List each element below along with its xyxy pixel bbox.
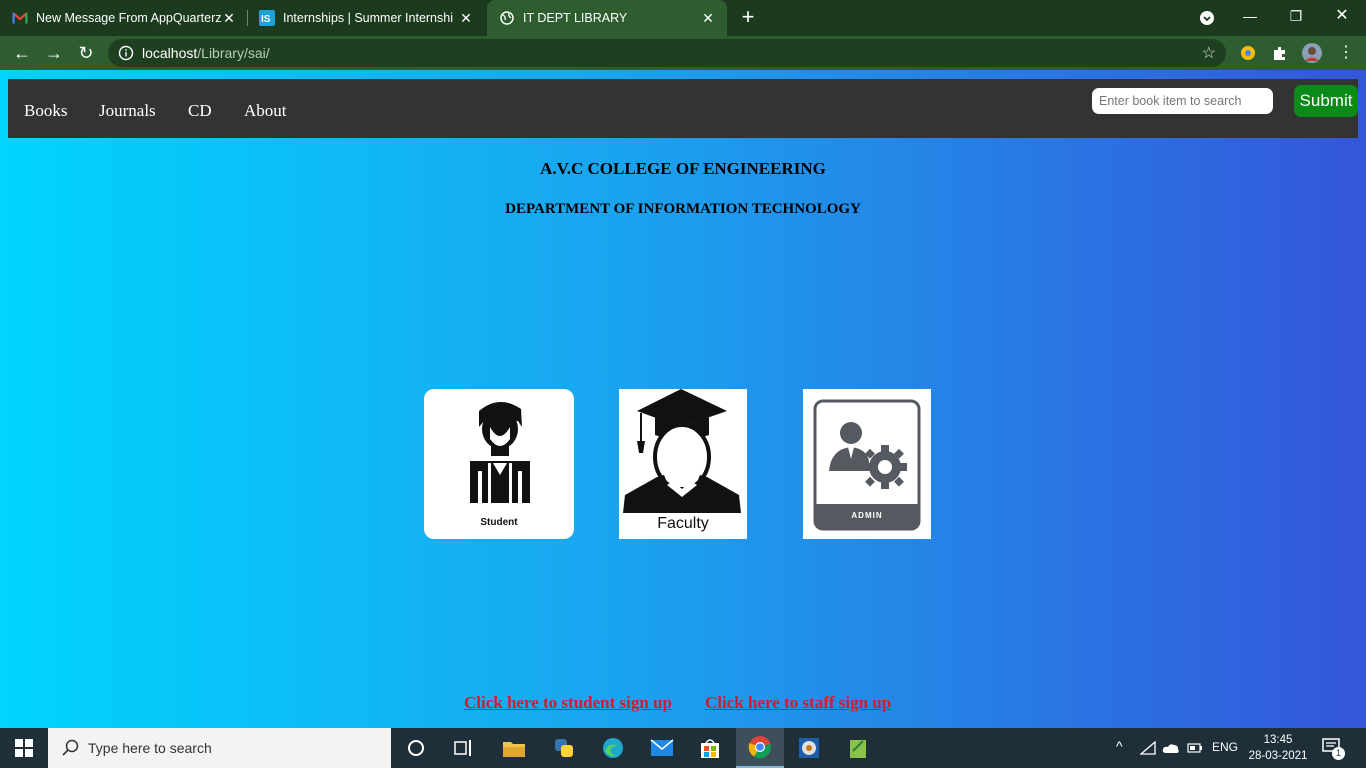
close-window-icon[interactable]: ✕	[1330, 4, 1354, 28]
nav-about[interactable]: About	[244, 101, 287, 121]
faculty-label: Faculty	[657, 515, 709, 532]
app-globe-icon[interactable]	[793, 732, 825, 764]
profile-avatar-icon[interactable]	[1302, 43, 1322, 63]
tab-search-icon[interactable]	[1195, 4, 1219, 28]
back-icon[interactable]: ←	[10, 41, 34, 65]
restore-icon[interactable]: ❐	[1284, 4, 1308, 28]
tab-divider	[247, 10, 248, 26]
top-navigation: Books Journals CD About Submit	[8, 79, 1358, 138]
svg-text:IS: IS	[261, 14, 271, 25]
notification-count-badge: 1	[1332, 747, 1345, 760]
browser-toolbar: ← → ↻ localhost/Library/sai/ ☆ ⋮	[0, 36, 1366, 70]
admin-login-card[interactable]: ADMIN	[803, 389, 931, 539]
submit-button[interactable]: Submit	[1294, 85, 1358, 117]
tab-title: New Message From AppQuarterz	[36, 11, 222, 25]
internshala-icon: IS	[259, 10, 275, 26]
tab-gmail[interactable]: New Message From AppQuarterz ✕	[12, 0, 248, 36]
notepad-app-icon[interactable]	[842, 732, 874, 764]
student-login-card[interactable]: Student	[424, 389, 574, 539]
edge-browser-icon[interactable]	[597, 732, 629, 764]
browser-tabstrip: New Message From AppQuarterz ✕ IS Intern…	[0, 0, 1366, 36]
clock-date: 28-03-2021	[1248, 750, 1308, 762]
notification-center-icon[interactable]: 1	[1320, 736, 1345, 760]
url-host: localhost	[142, 45, 198, 61]
minimize-icon[interactable]: —	[1238, 4, 1262, 28]
college-title: A.V.C COLLEGE OF ENGINEERING	[540, 159, 826, 178]
tab-internshala[interactable]: IS Internships | Summer Internship 2 ✕	[259, 0, 485, 36]
clock-time: 13:45	[1263, 734, 1293, 746]
browser-menu-icon[interactable]: ⋮	[1334, 41, 1358, 65]
chrome-extension-icon[interactable]	[1238, 43, 1258, 63]
windows-taskbar: Type here to search ^ ENG 13:45 28-03-20…	[0, 728, 1366, 768]
student-signup-link[interactable]: Click here to student sign up	[464, 693, 672, 713]
mail-icon[interactable]	[646, 732, 678, 764]
wifi-icon[interactable]	[1140, 741, 1156, 755]
nav-cd[interactable]: CD	[188, 101, 212, 121]
chevron-up-icon[interactable]: ^	[1116, 738, 1123, 754]
staff-signup-link[interactable]: Click here to staff sign up	[705, 693, 891, 713]
tab-title: Internships | Summer Internship 2	[283, 11, 453, 25]
forward-icon[interactable]: →	[42, 41, 66, 65]
cortana-icon[interactable]	[400, 732, 432, 764]
task-view-icon[interactable]	[448, 732, 480, 764]
close-tab-icon[interactable]: ✕	[699, 9, 717, 27]
reload-icon[interactable]: ↻	[74, 41, 98, 65]
tab-title: IT DEPT LIBRARY	[523, 11, 628, 25]
onedrive-cloud-icon[interactable]	[1162, 742, 1180, 754]
address-bar[interactable]: localhost/Library/sai/ ☆	[108, 39, 1226, 67]
book-search-input[interactable]	[1092, 88, 1273, 114]
library-page: Books Journals CD About Submit A.V.C COL…	[0, 70, 1366, 728]
language-indicator[interactable]: ENG	[1212, 740, 1238, 754]
gmail-icon	[12, 10, 28, 26]
url-text: localhost/Library/sai/	[142, 45, 270, 61]
python-icon[interactable]	[548, 732, 580, 764]
taskbar-search-box[interactable]: Type here to search	[48, 728, 391, 768]
close-tab-icon[interactable]: ✕	[220, 9, 238, 27]
taskbar-search-placeholder: Type here to search	[88, 740, 212, 756]
system-clock[interactable]: 13:45 28-03-2021	[1248, 732, 1308, 764]
faculty-login-card[interactable]: Faculty	[619, 389, 747, 539]
extensions-puzzle-icon[interactable]	[1270, 43, 1290, 63]
globe-icon	[499, 10, 515, 26]
new-tab-icon[interactable]: +	[736, 6, 760, 30]
nav-journals[interactable]: Journals	[99, 101, 156, 121]
bookmark-star-icon[interactable]: ☆	[1202, 43, 1216, 63]
student-label: Student	[480, 517, 518, 528]
chrome-taskbar-icon[interactable]	[736, 728, 784, 768]
file-explorer-icon[interactable]	[498, 732, 530, 764]
department-title: DEPARTMENT OF INFORMATION TECHNOLOGY	[505, 201, 861, 217]
windows-start-icon[interactable]	[8, 732, 40, 764]
admin-label: ADMIN	[851, 511, 883, 520]
battery-icon[interactable]	[1187, 743, 1203, 753]
search-icon	[62, 739, 79, 756]
url-path: /Library/sai/	[197, 45, 270, 61]
info-icon[interactable]	[118, 45, 134, 61]
close-tab-icon[interactable]: ✕	[457, 9, 475, 27]
nav-books[interactable]: Books	[24, 101, 67, 121]
store-icon[interactable]	[694, 732, 726, 764]
tab-it-dept-library[interactable]: IT DEPT LIBRARY ✕	[487, 0, 727, 36]
